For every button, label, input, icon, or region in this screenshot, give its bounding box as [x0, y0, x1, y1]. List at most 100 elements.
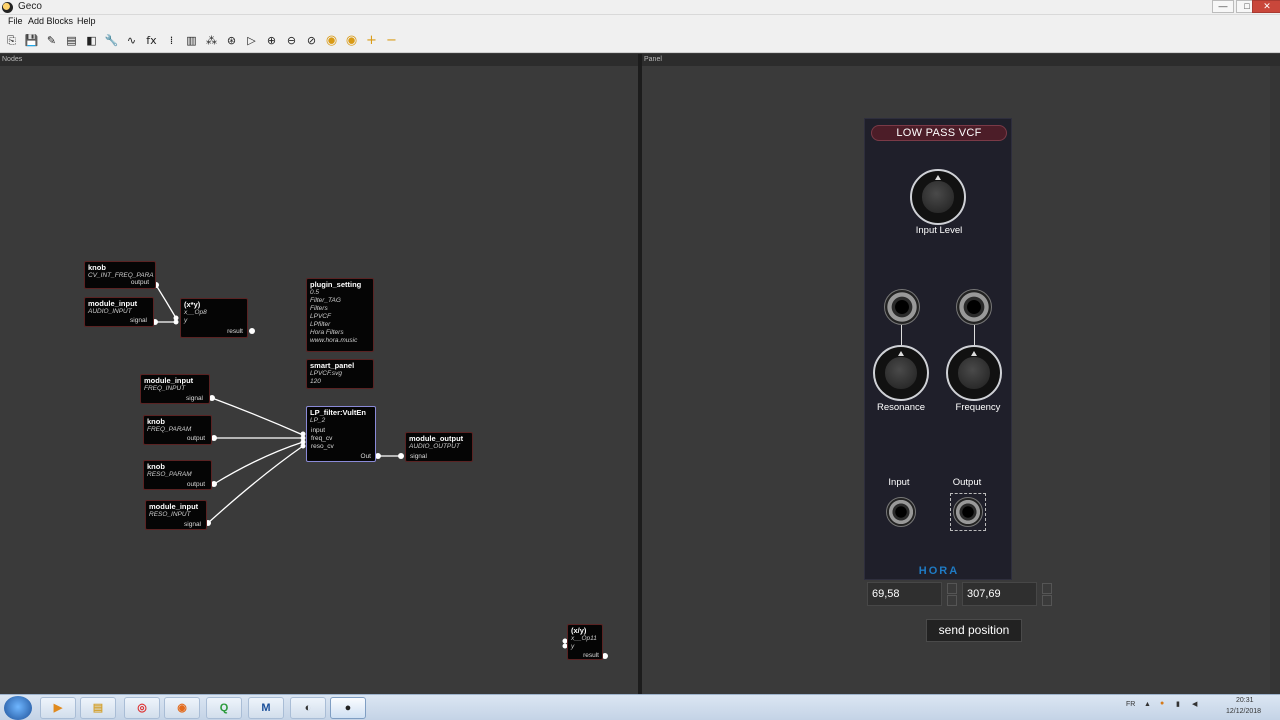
node-module-input-freq[interactable]: module_input FREQ_INPUT signal [140, 374, 210, 404]
obs-icon[interactable]: ◐ [290, 697, 326, 719]
wrench-icon[interactable]: 🔧 [103, 32, 120, 49]
zoom-out-icon[interactable]: ⊖ [283, 32, 300, 49]
title-bar: Geco — □ ✕ [0, 0, 1280, 15]
wire-resoin-to-lp [207, 445, 304, 524]
node-lp-filter[interactable]: LP_filter:VultEn LP_2 input freq_cv reso… [306, 406, 376, 462]
send-position-button[interactable]: send position [926, 619, 1022, 642]
fx-icon[interactable]: fx [143, 32, 160, 49]
start-button-icon[interactable] [4, 696, 32, 720]
node-module-output[interactable]: module_output AUDIO_OUTPUT signal [405, 432, 473, 462]
window-title: Geco [18, 1, 42, 12]
node-knob-freq-param[interactable]: knob FREQ_PARAM output [143, 415, 212, 445]
node-param: LPfilter [310, 321, 331, 328]
node-knob-reso-param[interactable]: knob RESO_PARAM output [143, 460, 212, 490]
input-level-knob[interactable] [910, 169, 966, 225]
node-module-input-reso[interactable]: module_input RESO_INPUT signal [145, 500, 207, 530]
frequency-cv-jack[interactable] [956, 289, 992, 325]
node-title: (x*y) [184, 300, 201, 309]
edit-icon[interactable]: ✎ [43, 32, 60, 49]
circle-orange-2-icon[interactable]: ◉ [343, 32, 360, 49]
tray-app-icon[interactable]: ● [1160, 700, 1164, 707]
geco-window: Geco — □ ✕ File Add Blocks Help ⎘ 💾 ✎ ▤ … [0, 0, 1280, 720]
node-port: Out [360, 453, 371, 460]
menu-add-blocks[interactable]: Add Blocks [28, 16, 73, 26]
node-smart-panel[interactable]: smart_panel LPVCF.svg 120 [306, 359, 374, 389]
media-player-icon[interactable]: ▶ [40, 697, 76, 719]
vcf-module-panel: LOW PASS VCF Input Level Resonance Frequ… [864, 118, 1012, 580]
circle-orange-icon[interactable]: ◉ [323, 32, 340, 49]
geco-taskbar-icon[interactable]: ● [330, 697, 366, 719]
x-spin-up-icon[interactable] [947, 583, 957, 594]
node-module-input-audio[interactable]: module_input AUDIO_INPUT signal [84, 297, 154, 327]
node-param: LP_2 [310, 417, 326, 424]
node-port: signal [186, 395, 203, 402]
close-button[interactable]: ✕ [1252, 0, 1280, 13]
clock-time[interactable]: 20:31 [1236, 697, 1254, 704]
minimize-button[interactable]: — [1212, 0, 1234, 13]
zoom-in-icon[interactable]: ⊕ [263, 32, 280, 49]
zoom-reset-icon[interactable]: ⊘ [303, 32, 320, 49]
menu-bar: File Add Blocks Help [0, 15, 1280, 29]
node-title: module_output [409, 434, 464, 443]
language-indicator[interactable]: FR [1126, 701, 1135, 708]
resonance-cv-jack[interactable] [884, 289, 920, 325]
new-icon[interactable]: ⎘ [3, 32, 20, 49]
output-jack-label: Output [952, 477, 982, 488]
menu-file[interactable]: File [8, 16, 23, 26]
list-icon[interactable]: ▤ [63, 32, 80, 49]
node-port: reso_cv [311, 443, 334, 450]
node-multiply[interactable]: (x*y) x__Op8 y result [180, 298, 248, 338]
node-knob-freq-para[interactable]: knob CV_INT_FREQ_PARA output [84, 261, 156, 289]
nodes-icon[interactable]: ⁂ [203, 32, 220, 49]
firefox-icon[interactable]: ◉ [164, 697, 200, 719]
taskbar: ▶ ▤ ◎ ◉ Q M ◐ ● FR ▲ ● ▮ ◀ 20:31 12/12/2… [0, 694, 1280, 720]
save-icon[interactable]: 💾 [23, 32, 40, 49]
clock-date[interactable]: 12/12/2018 [1226, 708, 1261, 715]
tray-arrow-icon[interactable]: ▲ [1144, 701, 1151, 708]
panel-icon[interactable]: ◧ [83, 32, 100, 49]
resonance-label: Resonance [876, 402, 926, 413]
node-param: LPVCF.svg [310, 370, 343, 377]
node-port: output [130, 279, 149, 286]
node-title: (x/y) [571, 626, 587, 635]
volume-icon[interactable]: ◀ [1192, 700, 1197, 708]
node-param: AUDIO_INPUT [88, 308, 132, 315]
nodes-canvas[interactable]: knob CV_INT_FREQ_PARA output module_inpu… [0, 66, 638, 694]
node-param: Hora Filters [310, 329, 344, 336]
y-spin-down-icon[interactable] [1042, 595, 1052, 606]
audio-input-jack[interactable] [886, 497, 916, 527]
m-app-icon[interactable]: M [248, 697, 284, 719]
panel-scrollbar[interactable] [1270, 66, 1280, 694]
node-param: RESO_PARAM [147, 471, 192, 478]
node-title: knob [147, 462, 165, 471]
play-icon[interactable]: ▷ [243, 32, 260, 49]
node-param: x__Op8 [184, 309, 207, 316]
file-explorer-icon[interactable]: ▤ [80, 697, 116, 719]
chrome-icon[interactable]: ◎ [124, 697, 160, 719]
frequency-knob[interactable] [946, 345, 1002, 401]
dots-icon[interactable]: ⁞ [163, 32, 180, 49]
network-icon[interactable]: ▮ [1176, 700, 1180, 708]
node-port: result [227, 328, 243, 335]
node-title: module_input [149, 502, 199, 511]
node-param: y [184, 317, 188, 324]
y-spin-up-icon[interactable] [1042, 583, 1052, 594]
x-spin-down-icon[interactable] [947, 595, 957, 606]
zoom-minus-icon[interactable]: − [383, 32, 400, 49]
position-y-field[interactable]: 307,69 [962, 582, 1037, 606]
target-icon[interactable]: ⊛ [223, 32, 240, 49]
node-plugin-setting[interactable]: plugin_setting 0.5 Filter_TAG Filters LP… [306, 278, 374, 352]
columns-icon[interactable]: ▥ [183, 32, 200, 49]
audio-output-jack[interactable] [953, 497, 983, 527]
qt-creator-icon[interactable]: Q [206, 697, 242, 719]
wave-icon[interactable]: ∿ [123, 32, 140, 49]
zoom-plus-icon[interactable]: + [363, 32, 380, 49]
menu-help[interactable]: Help [77, 16, 96, 26]
resonance-knob[interactable] [873, 345, 929, 401]
node-port: output [186, 481, 205, 488]
node-divide[interactable]: (x/y) x__Op11 y result [567, 624, 603, 660]
node-title: module_input [144, 376, 194, 385]
node-param: Filter_TAG [310, 297, 341, 304]
position-x-field[interactable]: 69,58 [867, 582, 942, 606]
node-port: input [311, 427, 326, 434]
